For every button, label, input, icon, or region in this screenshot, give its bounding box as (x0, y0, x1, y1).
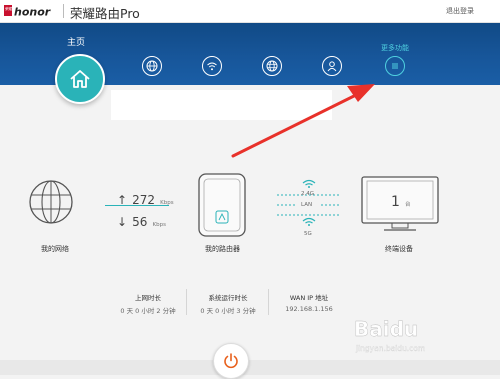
svg-text:Baidu: Baidu (354, 317, 418, 341)
my-network-label[interactable]: 我的网络 (41, 244, 69, 254)
my-router-label[interactable]: 我的路由器 (205, 244, 240, 254)
download-speed: ↓ 56 Kbps (117, 211, 166, 230)
info-separator (186, 289, 187, 315)
band-lan-label: LAN (301, 202, 313, 208)
power-button[interactable] (213, 343, 249, 379)
download-value: 56 (132, 215, 148, 229)
download-unit: Kbps (152, 222, 166, 228)
speed-divider (105, 205, 169, 206)
device-count: 1 台 (391, 191, 411, 210)
uptime-title: 系统运行时长 (208, 294, 248, 302)
power-icon (224, 353, 238, 369)
uptime-value: 0 天 0 小时 3 分钟 (200, 307, 256, 315)
baidu-watermark: Baidu jingyan.baidu.com (354, 317, 426, 353)
download-arrow-icon: ↓ (117, 215, 128, 229)
svg-text:jingyan.baidu.com: jingyan.baidu.com (355, 344, 425, 353)
wan-ip-value: 192.168.1.156 (285, 305, 333, 313)
wan-ip-title: WAN IP 地址 (289, 294, 329, 302)
online-time-title: 上网时长 (135, 294, 161, 302)
device-count-unit: 台 (405, 202, 411, 208)
network-globe-icon (29, 180, 73, 224)
info-separator (268, 289, 269, 315)
band-5g-label: 5G (304, 231, 312, 237)
footer-band (0, 360, 500, 375)
online-time-value: 0 天 0 小时 2 分钟 (120, 307, 176, 315)
router-icon (198, 173, 246, 237)
band-24g-label: 2.4G (301, 191, 315, 197)
device-count-value: 1 (391, 194, 400, 210)
terminal-devices-label[interactable]: 终端设备 (385, 244, 413, 254)
